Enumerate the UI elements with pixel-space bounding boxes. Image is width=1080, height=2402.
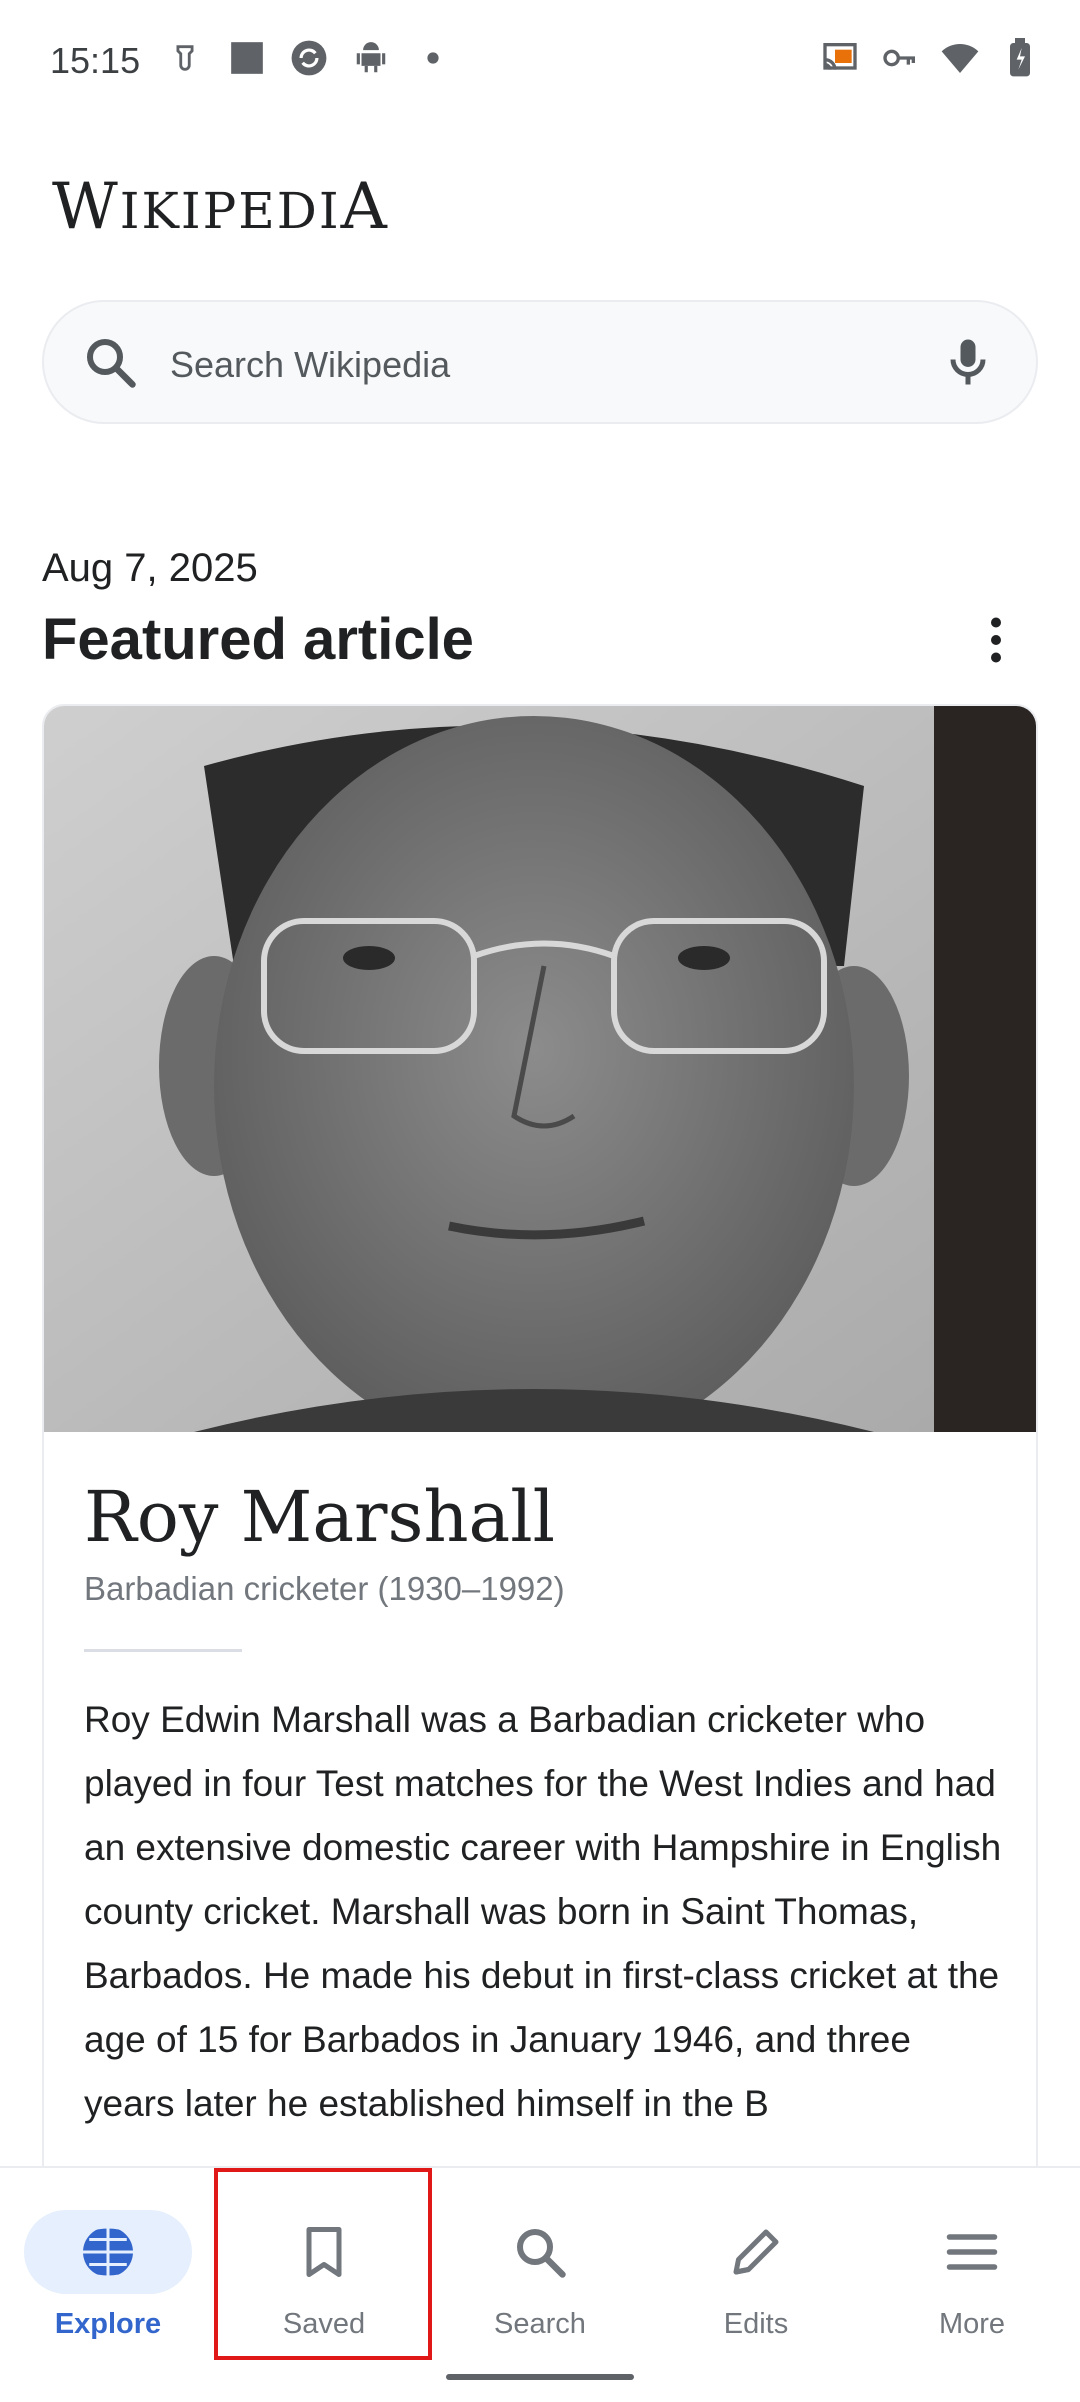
nav-more-label: More <box>938 2308 1006 2340</box>
bottom-navigation: Explore Saved Search Edits More <box>0 2166 1080 2402</box>
saved-tab-highlight <box>214 2168 432 2360</box>
voice-search-mic-icon[interactable] <box>938 332 998 392</box>
nav-search-label: Search <box>494 2308 586 2340</box>
nav-edits[interactable]: Edits <box>656 2188 856 2388</box>
pencil-icon <box>726 2222 786 2282</box>
vpn-key-icon <box>880 38 920 78</box>
wikipedia-wordmark: WIKIPEDIA <box>52 170 389 244</box>
nav-edits-label: Edits <box>723 2308 789 2340</box>
article-title: Roy Marshall <box>84 1476 556 1558</box>
status-time: 15:15 <box>50 40 141 81</box>
search-icon <box>80 332 140 392</box>
article-extract: Roy Edwin Marshall was a Barbadian crick… <box>84 1699 1002 2124</box>
square-app-icon <box>227 38 267 78</box>
search-nav-icon <box>510 2222 570 2282</box>
divider <box>84 1649 242 1652</box>
gesture-bar[interactable] <box>446 2374 634 2380</box>
featured-article-card[interactable]: Roy Marshall Barbadian cricketer (1930–1… <box>42 704 1038 2204</box>
battery-icon <box>1000 38 1040 78</box>
feed-date: Aug 7, 2025 <box>42 546 258 590</box>
cast-icon <box>820 38 860 78</box>
overflow-menu-icon[interactable] <box>966 610 1026 670</box>
sync-app-icon <box>289 38 329 78</box>
card-section-title: Featured article <box>42 607 474 672</box>
article-description: Barbadian cricketer (1930–1992) <box>84 1570 565 1607</box>
nav-search[interactable]: Search <box>440 2188 640 2388</box>
status-bar: 15:15 <box>0 0 1080 120</box>
wifi-icon <box>940 38 980 78</box>
menu-icon <box>942 2222 1002 2282</box>
android-icon <box>351 38 391 78</box>
nav-explore-label: Explore <box>54 2308 162 2340</box>
article-photo <box>44 706 1036 1456</box>
notification-app-icon <box>165 38 205 78</box>
nav-more[interactable]: More <box>872 2188 1072 2388</box>
more-notifications-dot-icon <box>413 38 453 78</box>
status-notification-icons <box>165 38 453 78</box>
search-bar[interactable]: Search Wikipedia <box>42 300 1038 424</box>
search-placeholder: Search Wikipedia <box>170 344 451 385</box>
globe-icon <box>69 2222 147 2282</box>
status-system-icons <box>820 38 1040 78</box>
nav-explore[interactable]: Explore <box>24 2188 224 2388</box>
